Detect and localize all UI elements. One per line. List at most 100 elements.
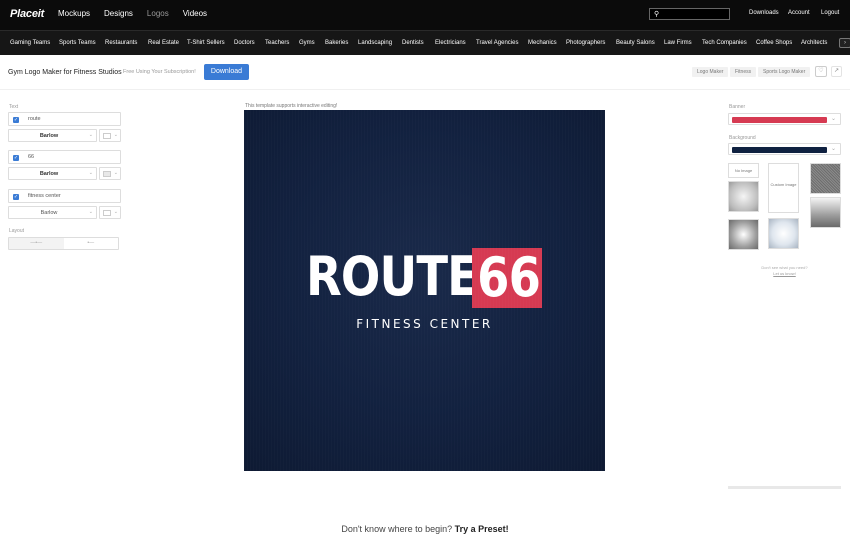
search-icon: ⚲ (654, 11, 660, 18)
category-scroll-right-button[interactable]: › (839, 38, 850, 48)
text-field-1[interactable]: ✓ route (8, 112, 121, 126)
main-nav: Mockups Designs Logos Videos (58, 9, 221, 18)
logo-number-text: 66 (477, 246, 541, 309)
chevron-down-icon: ⌄ (113, 170, 118, 176)
text-1-checkbox[interactable]: ✓ (13, 117, 19, 123)
chevron-down-icon: ⌄ (88, 170, 93, 176)
gradient-option-1[interactable] (728, 181, 759, 212)
text-field-3[interactable]: ✓ fitness center (8, 189, 121, 203)
text-3-checkbox[interactable]: ✓ (13, 194, 19, 200)
category-real-estate[interactable]: Real Estate (148, 40, 179, 46)
category-dentists[interactable]: Dentists (402, 40, 424, 46)
chevron-down-icon: ⌄ (830, 146, 836, 152)
preset-prompt: Don't know where to begin? Try a Preset! (0, 524, 850, 534)
top-navigation-bar: Placeit Mockups Designs Logos Videos ⚲ D… (0, 0, 850, 30)
category-sports-teams[interactable]: Sports Teams (59, 40, 96, 46)
color-swatch (103, 133, 111, 139)
category-tech-companies[interactable]: Tech Companies (702, 40, 747, 46)
category-beauty-salons[interactable]: Beauty Salons (616, 40, 655, 46)
color-select-1[interactable]: ⌄ (99, 129, 121, 142)
category-landscaping[interactable]: Landscaping (358, 40, 392, 46)
custom-image-label: Custom Image (770, 182, 797, 187)
category-bakeries[interactable]: Bakeries (325, 40, 348, 46)
background-color-swatch (732, 147, 827, 153)
subscription-note: Free Using Your Subscription! (123, 69, 196, 75)
text-section-label: Text (9, 104, 19, 110)
logout-link[interactable]: Logout (821, 10, 839, 16)
favorite-button[interactable]: ♡ (815, 66, 827, 77)
nav-logos[interactable]: Logos (147, 9, 169, 18)
color-select-3[interactable]: ⌄ (99, 206, 121, 219)
category-architects[interactable]: Architects (801, 40, 827, 46)
background-label: Background (729, 135, 756, 141)
logo-subtitle[interactable]: FITNESS CENTER (244, 317, 605, 331)
category-doctors[interactable]: Doctors (234, 40, 255, 46)
category-mechanics[interactable]: Mechanics (528, 40, 557, 46)
font-select-3[interactable]: Barlow ⌄ (8, 206, 97, 219)
placeit-logo[interactable]: Placeit (10, 8, 44, 20)
color-swatch (103, 210, 111, 216)
logo-number-banner[interactable]: 66 (472, 248, 542, 308)
text-1-value: route (28, 116, 41, 122)
downloads-link[interactable]: Downloads (749, 10, 779, 16)
texture-option-1[interactable] (810, 163, 841, 194)
no-image-option[interactable]: No Image (728, 163, 759, 178)
tag-logo-maker[interactable]: Logo Maker (692, 67, 729, 77)
font-2-value: Barlow (39, 171, 59, 177)
layout-stacked-icon: •— (87, 240, 95, 246)
page-title: Gym Logo Maker for Fitness Studios (8, 69, 122, 76)
chevron-down-icon: ⌄ (113, 209, 118, 215)
font-select-2[interactable]: Barlow ⌄ (8, 167, 97, 180)
try-preset-link[interactable]: Try a Preset! (455, 524, 509, 534)
category-coffee-shops[interactable]: Coffee Shops (756, 40, 792, 46)
gradient-option-2[interactable] (810, 197, 841, 228)
tag-fitness[interactable]: Fitness (730, 67, 757, 77)
chevron-down-icon: ⌄ (88, 209, 93, 215)
chevron-right-icon: › (844, 40, 846, 46)
chevron-down-icon: ⌄ (113, 132, 118, 138)
text-2-checkbox[interactable]: ✓ (13, 155, 19, 161)
gradient-option-4[interactable] (728, 219, 759, 250)
custom-image-option[interactable]: Custom Image (768, 163, 799, 213)
banner-label: Banner (729, 104, 746, 110)
category-travel-agencies[interactable]: Travel Agencies (476, 40, 518, 46)
banner-color-picker[interactable]: ⌄ (728, 113, 841, 125)
background-color-picker[interactable]: ⌄ (728, 143, 841, 155)
category-t-shirt-sellers[interactable]: T-Shirt Sellers (187, 40, 225, 46)
font-select-1[interactable]: Barlow ⌄ (8, 129, 97, 142)
logo-canvas[interactable]: ROUTE 66 FITNESS CENTER (244, 110, 605, 471)
layout-option-1[interactable]: —•— (9, 238, 64, 249)
gradient-option-3[interactable] (768, 218, 799, 249)
text-3-value: fitness center (28, 193, 61, 199)
category-photographers[interactable]: Photographers (566, 40, 605, 46)
chevron-down-icon: ⌄ (830, 116, 836, 122)
tag-sports-logo-maker[interactable]: Sports Logo Maker (758, 67, 811, 77)
download-button[interactable]: Download (204, 64, 249, 80)
help-text: Don't see what you need? Let us know! (728, 265, 841, 277)
font-1-value: Barlow (39, 133, 59, 139)
category-law-firms[interactable]: Law Firms (664, 40, 692, 46)
no-image-label: No Image (734, 168, 753, 173)
share-button[interactable]: ↗ (831, 66, 842, 77)
nav-videos[interactable]: Videos (183, 9, 207, 18)
account-link[interactable]: Account (788, 10, 810, 16)
category-gyms[interactable]: Gyms (299, 40, 315, 46)
logo-main-text[interactable]: ROUTE (306, 248, 479, 306)
text-field-2[interactable]: ✓ 66 (8, 150, 121, 164)
search-input[interactable]: ⚲ (649, 8, 730, 20)
nav-mockups[interactable]: Mockups (58, 9, 90, 18)
category-restaurants[interactable]: Restaurants (105, 40, 137, 46)
layout-selector[interactable]: —•— •— (8, 237, 119, 250)
category-teachers[interactable]: Teachers (265, 40, 289, 46)
category-electricians[interactable]: Electricians (435, 40, 466, 46)
template-header: Gym Logo Maker for Fitness Studios Free … (0, 55, 850, 90)
text-2-value: 66 (28, 154, 35, 160)
category-gaming-teams[interactable]: Gaming Teams (10, 40, 50, 46)
help-link[interactable]: Let us know! (728, 271, 841, 277)
font-3-value: Barlow (40, 210, 58, 216)
nav-designs[interactable]: Designs (104, 9, 133, 18)
layout-option-2[interactable]: •— (64, 238, 119, 249)
color-select-2[interactable]: ⌄ (99, 167, 121, 180)
banner-color-swatch (732, 117, 827, 123)
layout-section-label: Layout (9, 228, 25, 234)
